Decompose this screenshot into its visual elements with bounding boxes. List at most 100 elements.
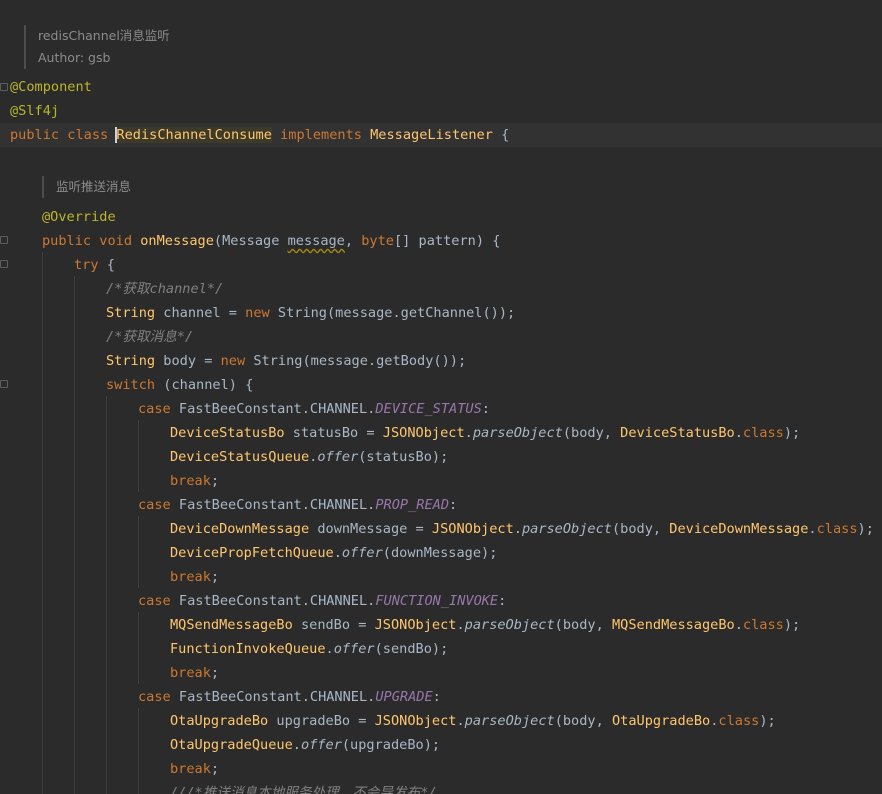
type-name: JSONObject [374,713,457,729]
code-text: ; [210,761,220,777]
code-text: : [449,497,458,513]
code-text: . [734,617,743,633]
code-text: . [464,425,473,441]
code-line[interactable]: ///*推送消息本地服务处理，不会导发布*/ [0,781,882,794]
code-text: String(message.getBody()); [245,353,467,369]
code-text: sendBo = [292,617,375,633]
code-text: { [98,257,115,273]
static-method: offer [300,737,342,753]
type-name: JSONObject [431,521,514,537]
code-line[interactable]: MQSendMessageBo sendBo = JSONObject.pars… [0,613,882,637]
code-line[interactable]: FunctionInvokeQueue.offer(sendBo); [0,637,882,661]
keyword: class [67,127,109,143]
code-line[interactable]: OtaUpgradeBo upgradeBo = JSONObject.pars… [0,709,882,733]
code-text: FastBeeConstant.CHANNEL. [170,497,376,513]
code-line[interactable]: @Override [0,205,882,229]
code-text: (statusBo); [358,449,449,465]
keyword: new [245,305,270,321]
constant-field: FUNCTION_INVOKE [375,593,499,609]
code-text: : [498,593,507,609]
code-line[interactable]: String channel = new String(message.getC… [0,301,882,325]
static-method: offer [333,641,375,657]
code-line[interactable]: switch (channel) { [0,373,882,397]
code-line[interactable]: case FastBeeConstant.CHANNEL.UPGRADE: [0,685,882,709]
type-name: String [106,353,156,369]
code-line[interactable]: OtaUpgradeQueue.offer(upgradeBo); [0,733,882,757]
type-name: DeviceDownMessage [669,521,809,537]
code-text: (body, [554,713,612,729]
code-text: ); [783,617,801,633]
code-text: ); [857,521,874,537]
keyword: public [42,233,92,249]
type-name: DeviceDownMessage [170,521,310,537]
code-line[interactable]: DeviceStatusBo statusBo = JSONObject.par… [0,421,882,445]
code-line[interactable]: case FastBeeConstant.CHANNEL.DEVICE_STAT… [0,397,882,421]
static-method: parseObject [472,425,563,441]
code-text: channel = [155,305,246,321]
keyword: case [138,593,171,609]
static-method: parseObject [464,617,555,633]
constant-field: DEVICE_STATUS [375,401,482,417]
keyword: switch [106,377,156,393]
type-name: DevicePropFetchQueue [170,545,334,561]
type-name: DeviceStatusBo [170,425,285,441]
code-line[interactable]: case FastBeeConstant.CHANNEL.PROP_READ: [0,493,882,517]
code-line[interactable]: try { [0,253,882,277]
code-text: . [456,617,465,633]
param-warning: message [287,233,345,249]
doc-line: Author: gsb [38,50,111,65]
code-line[interactable]: /*获取channel*/ [0,277,882,301]
brace: { [492,127,510,143]
code-line[interactable]: public void onMessage(Message message, b… [0,229,882,253]
keyword: implements [280,127,362,143]
type-name: JSONObject [382,425,465,441]
type-name: OtaUpgradeBo [611,713,711,729]
code-text: . [456,713,465,729]
doc-line: redisChannel消息监听 [38,28,170,43]
code-line[interactable]: break; [0,469,882,493]
static-method: offer [317,449,359,465]
comment: ///*推送消息本地服务处理，不会导发布*/ [170,785,437,794]
type-name: FunctionInvokeQueue [170,641,326,657]
type-name: JSONObject [374,617,457,633]
code-line[interactable]: case FastBeeConstant.CHANNEL.FUNCTION_IN… [0,589,882,613]
code-text: downMessage = [309,521,432,537]
code-line[interactable]: /*获取消息*/ [0,325,882,349]
code-line[interactable]: break; [0,565,882,589]
keyword: class [742,617,784,633]
code-line[interactable]: @Slf4j [0,99,882,123]
keyword: break [170,473,211,489]
code-text: . [325,641,334,657]
code-text: ; [210,665,220,681]
method-doc-comment: 监听推送消息 [42,176,131,198]
class-name: RedisChannelConsume [116,127,272,143]
type-name: String [106,305,156,321]
keyword: case [138,401,171,417]
keyword: class [742,425,784,441]
code-text: : [432,689,441,705]
code-line[interactable]: String body = new String(message.getBody… [0,349,882,373]
code-line[interactable]: @Component [0,75,882,99]
annotation: @Slf4j [10,103,60,119]
code-line[interactable]: DevicePropFetchQueue.offer(downMessage); [0,541,882,565]
code-text: body = [155,353,221,369]
code-editor[interactable]: redisChannel消息监听 Author: gsb @Component … [0,0,882,794]
current-code-line[interactable]: public class RedisChannelConsume impleme… [0,123,882,147]
code-text: String(message.getChannel()); [269,305,516,321]
type-name: DeviceStatusBo [620,425,735,441]
code-line[interactable]: break; [0,661,882,685]
code-line[interactable]: DeviceDownMessage downMessage = JSONObje… [0,517,882,541]
type-name: DeviceStatusQueue [170,449,310,465]
code-line[interactable]: DeviceStatusQueue.offer(statusBo); [0,445,882,469]
code-line[interactable]: break; [0,757,882,781]
code-text: ; [210,473,220,489]
code-text: . [808,521,817,537]
interface-name: MessageListener [370,127,493,143]
code-text: (upgradeBo); [341,737,441,753]
comment: /*获取消息*/ [106,329,194,345]
type-name: MQSendMessageBo [611,617,735,633]
code-text: (body, [554,617,612,633]
text-caret [115,127,118,143]
keyword: case [138,497,171,513]
code-text: (Message [213,233,288,249]
